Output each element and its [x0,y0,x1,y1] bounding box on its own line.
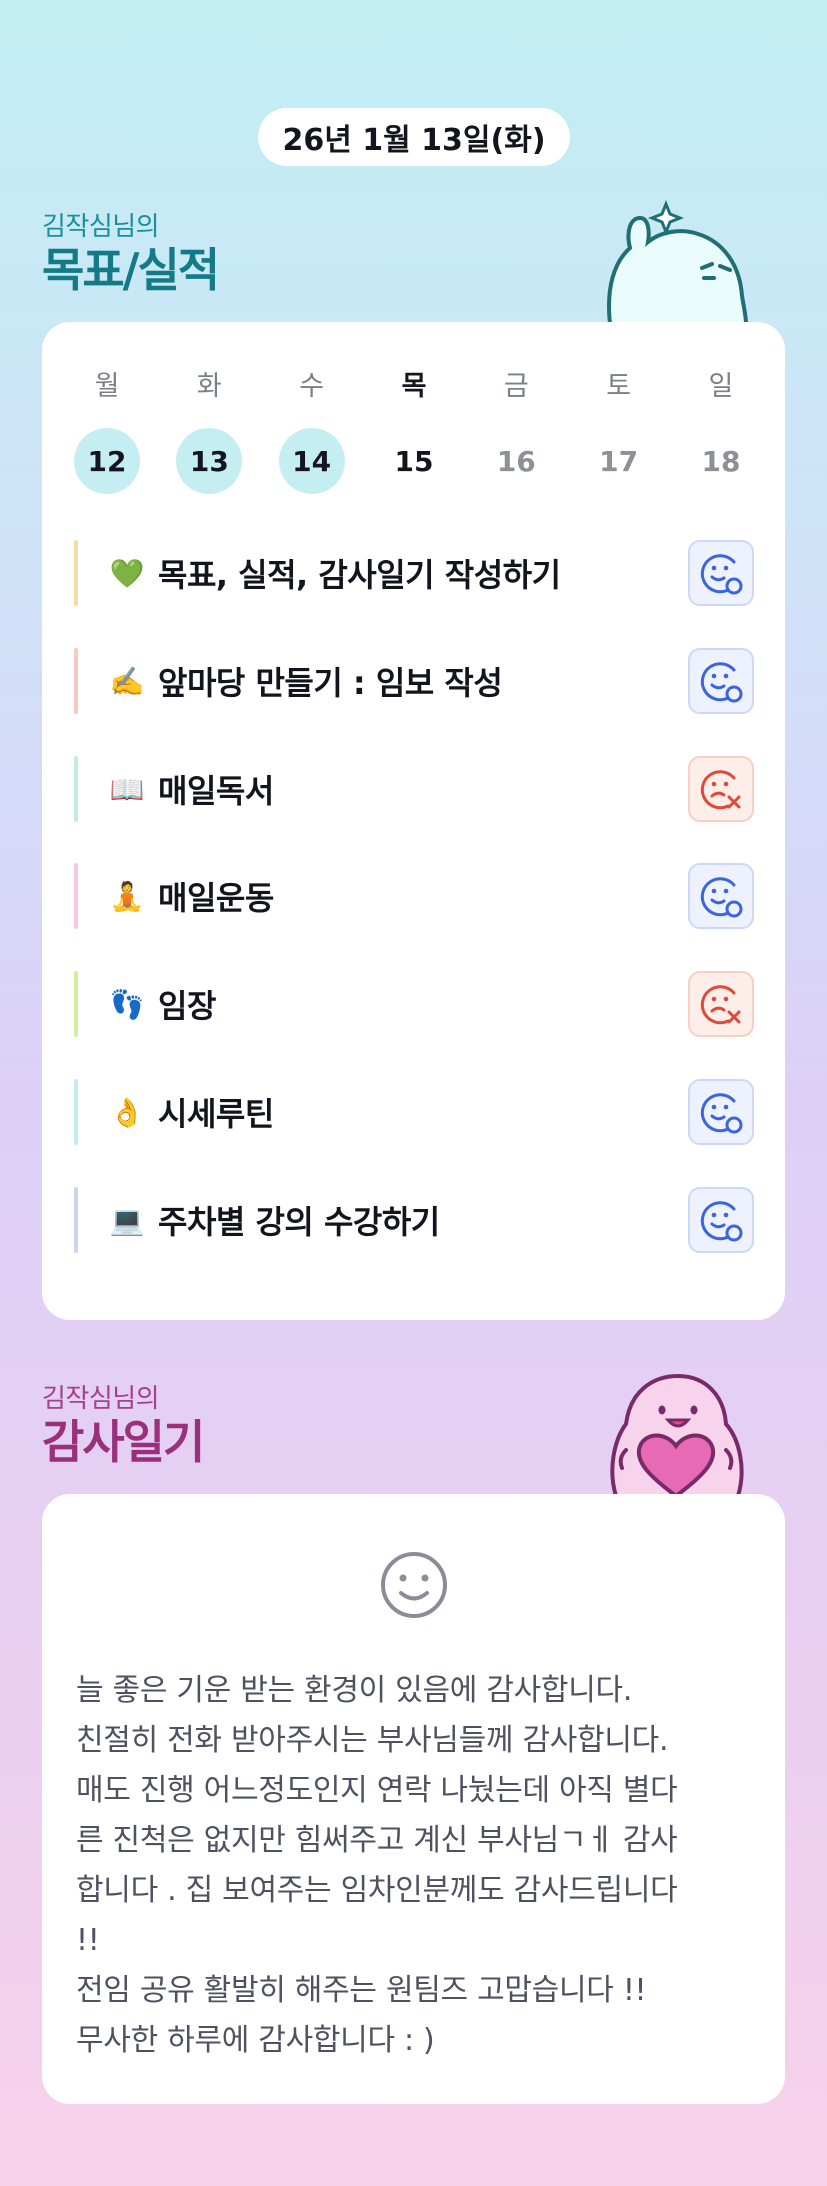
calendar-day[interactable]: 월 12 [74,370,140,494]
writing-hand-icon: ✍️ [109,664,145,698]
date-number: 17 [599,444,639,478]
diary-line: 친절히 전화 받아주시는 부사님들께 감사합니다. [76,1723,669,1758]
gratitude-diary-text: 늘 좋은 기운 받는 환경이 있음에 감사합니다. 친절히 전화 받아주시는 부… [76,1666,756,2066]
sad-x-icon [700,985,741,1025]
goals-section-title: 목표/실적 [42,243,220,297]
goal-label: 주차별 강의 수강하기 [158,1203,440,1241]
goal-label: 임장 [158,987,216,1025]
weekday-label: 토 [606,371,632,402]
goal-accent-bar [74,1187,78,1253]
goal-status-button[interactable] [688,540,754,606]
goal-label: 앞마당 만들기 : 임보 작성 [158,664,503,702]
goals-card: 월 12 화 13 수 14 목 15 금 16 토 17 일 18 💚 목표,… [42,322,785,1320]
calendar-day[interactable]: 금 16 [483,370,549,494]
goal-row[interactable]: 👣 임장 [74,971,754,1037]
diary-line: 합니다 . 집 보여주는 임차인분께도 감사드립니다 [76,1873,678,1908]
diary-line: 전임 공유 활발히 해주는 원팀즈 고맙습니다 !! [76,1973,647,2008]
goal-status-button[interactable] [688,756,754,822]
meditation-icon: 🧘 [109,879,145,913]
goal-row[interactable]: 📖 매일독서 [74,756,754,822]
laptop-icon: 💻 [109,1203,145,1237]
goal-accent-bar [74,540,78,606]
ok-hand-icon: 👌 [109,1095,145,1129]
goal-status-button[interactable] [688,648,754,714]
date-number: 15 [394,444,434,478]
goal-label: 목표, 실적, 감사일기 작성하기 [158,556,561,594]
goal-row[interactable]: 🧘 매일운동 [74,863,754,929]
smile-check-icon [700,1201,743,1242]
goal-status-button[interactable] [688,1187,754,1253]
goal-accent-bar [74,971,78,1037]
smile-check-icon [700,877,743,918]
goal-accent-bar [74,1079,78,1145]
diary-line: 무사한 하루에 감사합니다 : ) [76,2023,435,2058]
gratitude-diary-card: 늘 좋은 기운 받는 환경이 있음에 감사합니다. 친절히 전화 받아주시는 부… [42,1494,785,2104]
calendar-day[interactable]: 토 17 [586,370,652,494]
green-heart-icon: 💚 [109,556,145,590]
diary-line: 른 진척은 없지만 힘써주고 계신 부사님ㄱㅔ 감사 [76,1823,678,1858]
weekday-label: 금 [503,371,529,402]
goal-label: 매일독서 [158,772,274,810]
open-book-icon: 📖 [109,772,145,806]
diary-line: 매도 진행 어느정도인지 연락 나눴는데 아직 별다 [76,1773,678,1808]
goal-status-button[interactable] [688,863,754,929]
goal-row[interactable]: 💻 주차별 강의 수강하기 [74,1187,754,1253]
sad-x-icon [700,770,741,810]
diary-line: !! [76,1923,100,1958]
goal-accent-bar [74,648,78,714]
calendar-day[interactable]: 일 18 [688,370,754,494]
pink-mascot-illustration [610,1373,744,1496]
goal-accent-bar [74,756,78,822]
footprints-icon: 👣 [109,987,145,1021]
goal-label: 시세루틴 [158,1095,274,1133]
current-date: 26년 1월 13일(화) [282,123,546,158]
weekday-label: 목 [401,371,427,402]
goal-row[interactable]: 💚 목표, 실적, 감사일기 작성하기 [74,540,754,606]
calendar-day[interactable]: 수 14 [278,370,345,494]
smile-check-icon [700,662,743,703]
date-number: 16 [496,444,536,478]
smile-check-icon [700,554,743,595]
week-calendar: 월 12 화 13 수 14 목 15 금 16 토 17 일 18 [74,370,754,494]
mint-mascot-illustration [607,199,749,324]
date-pill[interactable]: 26년 1월 13일(화) [258,108,570,166]
date-number: 12 [74,428,140,494]
goal-label: 매일운동 [158,879,274,917]
diary-section-title: 감사일기 [42,1415,205,1469]
goal-status-button[interactable] [688,971,754,1037]
diary-line: 늘 좋은 기운 받는 환경이 있음에 감사합니다. [76,1673,633,1708]
weekday-label: 화 [196,371,222,402]
goal-status-button[interactable] [688,1079,754,1145]
date-number: 13 [176,428,243,494]
weekday-label: 수 [299,371,325,402]
goal-accent-bar [74,863,78,929]
calendar-day[interactable]: 목 15 [381,370,447,494]
goal-row[interactable]: 👌 시세루틴 [74,1079,754,1145]
calendar-day[interactable]: 화 13 [176,370,243,494]
date-number: 14 [278,428,345,494]
smile-check-icon [700,1093,743,1134]
date-number: 18 [701,444,741,478]
goal-row[interactable]: ✍️ 앞마당 만들기 : 임보 작성 [74,648,754,714]
weekday-label: 월 [94,371,120,402]
smiley-icon [381,1552,447,1618]
weekday-label: 일 [708,371,734,402]
